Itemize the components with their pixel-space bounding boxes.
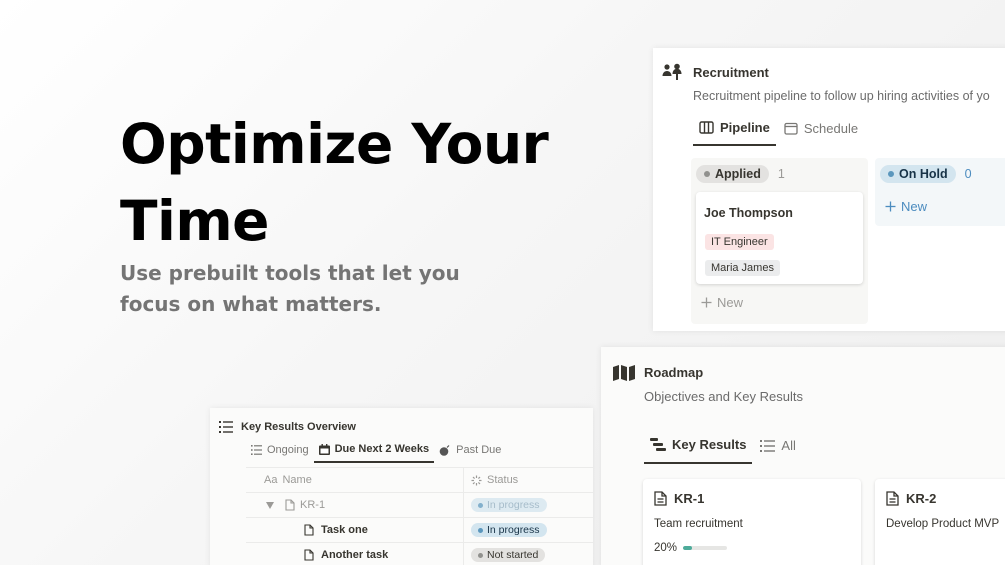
board-icon — [699, 121, 714, 134]
recruitment-description: Recruitment pipeline to follow up hiring… — [693, 89, 990, 103]
card-subtitle: Develop Product MVP — [886, 518, 1000, 530]
plus-icon — [701, 297, 712, 308]
column-count: 0 — [964, 167, 972, 181]
candidate-card[interactable]: Joe Thompson IT Engineer Maria James — [696, 192, 863, 284]
list-icon — [251, 445, 262, 455]
tab-label: Past Due — [456, 444, 502, 456]
roadmap-panel: Roadmap Objectives and Key Results Key R… — [601, 347, 1005, 565]
row-name: KR-1 — [300, 499, 326, 511]
tab-schedule[interactable]: Schedule — [778, 121, 864, 145]
key-results-title: Key Results Overview — [241, 421, 356, 433]
tab-all[interactable]: All — [754, 438, 801, 463]
board-column-applied: Applied 1 Joe Thompson IT Engineer Maria… — [691, 158, 868, 324]
recruitment-panel: Recruitment Recruitment pipeline to foll… — [653, 48, 1005, 331]
key-result-card[interactable]: KR-2 Develop Product MVP — [875, 479, 1005, 565]
bomb-icon — [439, 444, 451, 456]
new-card-button[interactable]: New — [701, 295, 743, 310]
status-label: In progress — [487, 499, 540, 511]
role-tag: IT Engineer — [705, 234, 774, 250]
recruitment-title: Recruitment — [693, 65, 769, 80]
map-icon — [613, 365, 635, 381]
table-row[interactable]: Another task Not started — [246, 542, 593, 565]
status-badge: Not started — [471, 548, 546, 562]
key-results-table: Aa Name Status KR-1 In progress Task one… — [246, 467, 593, 565]
progress-label: 20% — [654, 542, 678, 554]
calendar-icon — [318, 443, 330, 455]
people-icon — [662, 63, 684, 81]
plus-icon — [885, 201, 896, 212]
tab-past-due[interactable]: Past Due — [434, 444, 506, 462]
column-header-name[interactable]: Name — [282, 474, 311, 486]
table-header: Aa Name Status — [246, 467, 593, 492]
key-result-card[interactable]: KR-1 Team recruitment 20% — [643, 479, 861, 565]
row-name: Task one — [321, 524, 368, 536]
status-label: On Hold — [899, 167, 948, 181]
roadmap-description: Objectives and Key Results — [644, 389, 803, 404]
progress: 20% — [654, 542, 728, 554]
tab-label: Ongoing — [267, 444, 309, 456]
document-icon — [654, 491, 667, 506]
table-row[interactable]: Task one In progress — [246, 517, 593, 542]
document-icon — [304, 549, 314, 561]
row-name: Another task — [321, 549, 389, 561]
card-title: KR-2 — [906, 491, 937, 506]
new-label: New — [717, 295, 744, 310]
tab-label: Due Next 2 Weeks — [334, 443, 430, 455]
board-column-on-hold: On Hold 0 New — [875, 158, 1005, 226]
hero-title: Optimize Your Time — [120, 112, 549, 253]
document-icon — [886, 491, 899, 506]
new-card-button[interactable]: New — [885, 199, 927, 214]
status-badge: Applied — [696, 165, 769, 183]
roadmap-title: Roadmap — [644, 365, 704, 380]
tab-due-next-2-weeks[interactable]: Due Next 2 Weeks — [313, 443, 435, 463]
list-icon — [760, 439, 776, 452]
caret-down-icon[interactable] — [266, 501, 274, 509]
text-type-icon: Aa — [264, 474, 278, 486]
tab-pipeline[interactable]: Pipeline — [693, 120, 776, 146]
tab-label: All — [781, 438, 796, 453]
document-icon — [285, 499, 295, 511]
card-title: KR-1 — [674, 491, 705, 506]
tab-ongoing[interactable]: Ongoing — [246, 444, 314, 462]
tab-key-results[interactable]: Key Results — [644, 437, 753, 464]
progress-bar — [683, 546, 728, 550]
column-count: 1 — [777, 167, 785, 181]
key-results-tabs: Ongoing Due Next 2 Weeks Past Due — [246, 443, 506, 463]
hero-subtitle: Use prebuilt tools that let you focus on… — [120, 261, 460, 316]
new-label: New — [901, 199, 928, 214]
column-header-status[interactable]: Status — [487, 474, 518, 486]
candidate-name: Joe Thompson — [704, 206, 793, 220]
key-results-overview-panel: Key Results Overview Ongoing Due Next 2 … — [210, 408, 593, 565]
calendar-icon — [784, 122, 798, 135]
table-row[interactable]: KR-1 In progress — [246, 492, 593, 517]
progress-bar-fill — [683, 546, 692, 550]
status-badge: In progress — [471, 523, 547, 537]
status-badge: On Hold — [880, 165, 956, 183]
timeline-icon — [650, 438, 666, 451]
status-badge: In progress — [471, 498, 547, 512]
recruitment-tabs: Pipeline Schedule — [693, 120, 864, 146]
document-icon — [304, 524, 314, 536]
tab-label: Schedule — [803, 121, 859, 136]
status-label: Not started — [487, 549, 539, 561]
tab-label: Pipeline — [720, 120, 770, 135]
roadmap-tabs: Key Results All — [644, 437, 802, 464]
interviewer-tag: Maria James — [705, 260, 780, 276]
status-label: In progress — [487, 524, 540, 536]
status-label: Applied — [715, 167, 761, 181]
status-spinner-icon — [471, 475, 482, 486]
card-subtitle: Team recruitment — [654, 518, 743, 530]
list-icon — [219, 421, 233, 433]
tab-label: Key Results — [672, 437, 747, 452]
